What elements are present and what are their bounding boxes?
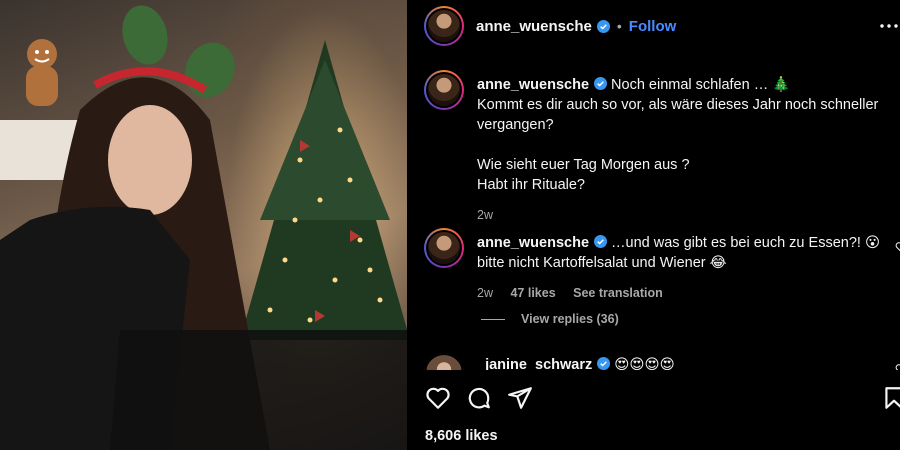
- verified-badge-icon: [596, 19, 610, 33]
- comment-text: 😍😍😍😍: [614, 357, 675, 370]
- comment-username[interactable]: anne_wuensche: [477, 235, 589, 251]
- verified-badge-icon: [594, 235, 608, 248]
- post-header: anne_wuensche • Follow: [407, 0, 900, 52]
- caption-line-2: Kommt es dir auch so vor, als wäre diese…: [477, 97, 879, 133]
- caption-text: Noch einmal schlafen … 🎄: [611, 77, 791, 93]
- likes-count[interactable]: 8,606 likes: [425, 428, 498, 444]
- action-bar: [407, 372, 900, 422]
- more-options-icon[interactable]: [879, 17, 899, 35]
- author-avatar[interactable]: [424, 6, 464, 46]
- post-image[interactable]: [0, 0, 407, 450]
- comment-time[interactable]: 2w: [477, 286, 493, 300]
- caption-avatar[interactable]: [424, 70, 464, 110]
- comment-heart-icon[interactable]: [895, 363, 900, 370]
- comments-list[interactable]: anne_wuensche Noch einmal schlafen … 🎄 K…: [407, 60, 900, 370]
- share-icon[interactable]: [507, 385, 533, 411]
- caption-line-3: [477, 135, 897, 155]
- caption-username[interactable]: anne_wuensche: [477, 77, 589, 93]
- verified-badge-icon: [597, 357, 611, 370]
- view-replies-label: View replies (36): [521, 312, 619, 326]
- caption-line-5: Habt ihr Rituale?: [477, 177, 585, 193]
- caption-line-4: Wie sieht euer Tag Morgen aus ?: [477, 157, 690, 173]
- comment-icon[interactable]: [466, 385, 492, 411]
- replies-divider: [481, 318, 505, 320]
- comment-likes[interactable]: 47 likes: [510, 286, 555, 300]
- separator-dot: •: [616, 18, 622, 34]
- caption-meta: 2w: [477, 205, 897, 225]
- verified-badge-icon: [594, 77, 608, 90]
- author-username[interactable]: anne_wuensche: [476, 18, 592, 35]
- comment-meta: 2w 47 likes See translation: [477, 283, 897, 303]
- comment-avatar[interactable]: [424, 228, 464, 268]
- caption-time[interactable]: 2w: [477, 208, 493, 222]
- bookmark-icon[interactable]: [881, 385, 900, 411]
- heart-icon[interactable]: [425, 385, 451, 411]
- comment-line: anne_wuensche …und was gibt es bei euch …: [477, 233, 897, 273]
- comment-username[interactable]: _janine_schwarz: [477, 357, 592, 370]
- post-detail-panel: anne_wuensche • Follow anne_wuensche Noc…: [407, 0, 900, 450]
- caption-line-1: anne_wuensche Noch einmal schlafen … 🎄: [477, 75, 897, 95]
- comment-avatar[interactable]: [424, 353, 464, 370]
- follow-button[interactable]: Follow: [629, 18, 677, 35]
- view-replies-button[interactable]: View replies (36): [481, 312, 619, 326]
- see-translation-link[interactable]: See translation: [573, 286, 663, 300]
- comment-heart-icon[interactable]: [895, 241, 900, 253]
- comment-line: _janine_schwarz 😍😍😍😍: [477, 355, 897, 370]
- person-figure: [0, 5, 407, 450]
